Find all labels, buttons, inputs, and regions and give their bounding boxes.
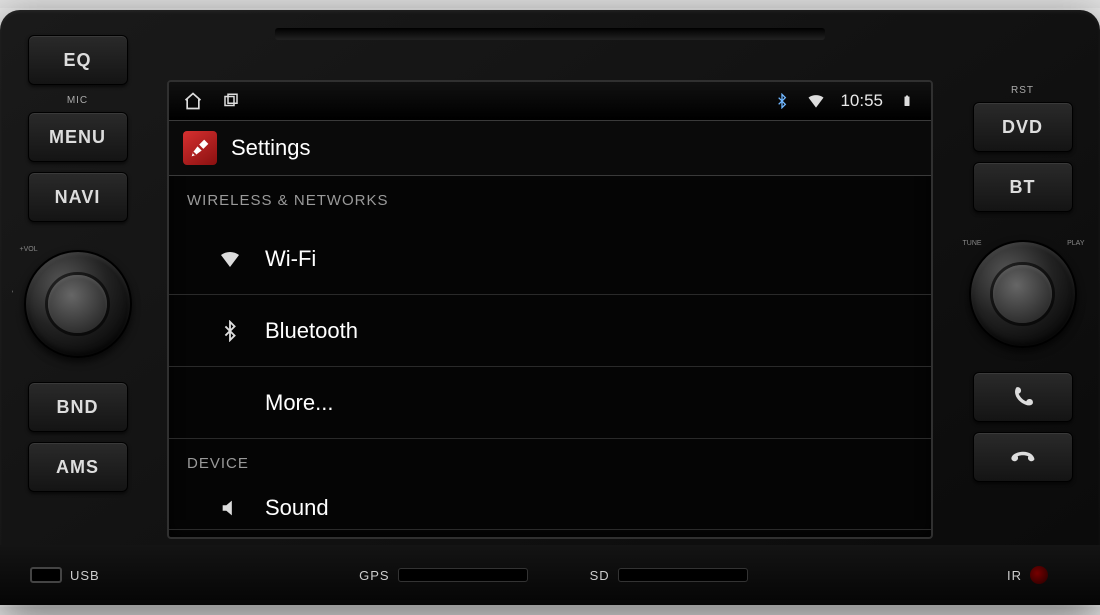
settings-title: Settings [231,135,311,161]
settings-item-sound[interactable]: Sound [169,486,931,530]
mic-label: MIC [67,95,88,106]
settings-item-more[interactable]: More... [169,367,931,439]
play-label: PLAY [1067,240,1084,247]
tune-label: TUNE [963,240,982,247]
phone-answer-button[interactable] [973,372,1073,422]
navi-button[interactable]: NAVI [28,172,128,222]
volume-knob[interactable] [24,250,132,358]
settings-item-label: Bluetooth [265,318,358,344]
settings-item-label: More... [265,390,333,416]
wifi-icon [217,246,243,272]
bluetooth-icon [217,318,243,344]
settings-header: Settings [169,120,931,176]
rst-label: RST [1011,85,1034,96]
ir-sensor-icon [1030,566,1048,584]
sd-slot-area[interactable]: SD [590,568,748,583]
sd-slot [618,568,748,582]
tune-knob[interactable] [969,240,1077,348]
usb-port-area[interactable]: USB [30,567,100,583]
battery-icon [897,91,917,111]
bnd-button[interactable]: BND [28,382,128,432]
usb-port-icon [30,567,62,583]
settings-item-wifi[interactable]: Wi-Fi [169,223,931,295]
status-bar[interactable]: 10:55 [169,82,931,120]
section-wireless-header: WIRELESS & NETWORKS [169,176,931,223]
settings-item-label: Sound [265,495,329,521]
ir-area: IR [1007,566,1048,584]
gps-sd-slot-area[interactable]: GPS [359,568,527,583]
phone-hangup-button[interactable] [973,432,1073,482]
section-device-header: DEVICE [169,439,931,486]
ams-button[interactable]: AMS [28,442,128,492]
bluetooth-status-icon [772,91,792,111]
speaker-icon [217,495,243,521]
blank-icon [217,390,243,416]
status-clock: 10:55 [840,91,883,111]
bt-button[interactable]: BT [973,162,1073,212]
menu-button[interactable]: MENU [28,112,128,162]
gps-label: GPS [359,568,389,583]
recent-apps-icon[interactable] [221,91,241,111]
settings-item-bluetooth[interactable]: Bluetooth [169,295,931,367]
vol-plus-label: +VOL [20,246,38,253]
usb-label: USB [70,568,100,583]
sd-label: SD [590,568,610,583]
frame-border [0,0,1100,8]
dvd-button[interactable]: DVD [973,102,1073,152]
home-icon[interactable] [183,91,203,111]
wifi-status-icon [806,91,826,111]
frame-border [0,607,1100,615]
settings-app-icon [183,131,217,165]
ir-label: IR [1007,568,1022,583]
settings-item-label: Wi-Fi [265,246,316,272]
android-screen: 10:55 Settings WIRELESS & NETWORKS [167,80,933,539]
gps-sd-slot [398,568,528,582]
eq-button[interactable]: EQ [28,35,128,85]
head-unit-device: EQ MIC MENU NAVI +VOL - BND AMS [0,10,1100,605]
vol-minus-label: - [9,290,16,292]
